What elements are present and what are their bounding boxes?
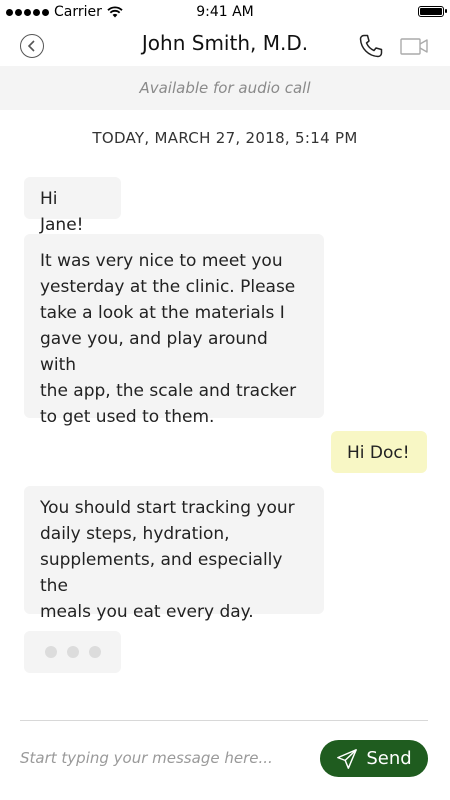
paper-plane-icon — [337, 748, 358, 769]
phone-icon[interactable] — [358, 33, 384, 59]
message-line: supplements, and especially the — [40, 550, 283, 596]
message-line: Hi Doc! — [347, 443, 410, 463]
message-bubble-doctor-1: Hi Jane! — [24, 177, 121, 235]
battery-icon — [418, 6, 447, 17]
message-line: You should start tracking your — [40, 498, 295, 518]
message-line: to get used to them. — [40, 407, 215, 427]
message-line: yesterday at the clinic. Please — [40, 277, 296, 297]
date-separator: TODAY, MARCH 27, 2018, 5:14 PM — [92, 129, 358, 147]
message-line: Hi Jane! — [40, 189, 84, 235]
availability-banner: Available for audio call — [0, 66, 450, 110]
chat-header: John Smith, M.D. — [0, 26, 450, 66]
message-line: It was very nice to meet you — [40, 251, 283, 271]
video-icon[interactable] — [400, 36, 428, 56]
message-line: take a look at the materials I — [40, 303, 285, 323]
message-bubble-me-1: Hi Doc! — [331, 431, 427, 473]
status-bar: Carrier 9:41 AM — [0, 0, 450, 26]
send-label: Send — [366, 748, 412, 769]
send-button[interactable]: Send — [320, 740, 428, 777]
message-line: the app, the scale and tracker — [40, 381, 297, 401]
typing-dot — [66, 646, 79, 658]
composer-divider — [20, 720, 428, 721]
message-line: gave you, and play around with — [40, 329, 268, 375]
typing-indicator — [24, 631, 121, 673]
message-bubble-doctor-2: It was very nice to meet you yesterday a… — [24, 234, 324, 427]
typing-dot — [44, 646, 57, 658]
availability-text: Available for audio call — [139, 79, 311, 97]
typing-dot — [88, 646, 101, 658]
message-line: meals you eat every day. — [40, 602, 254, 622]
message-input[interactable] — [20, 740, 310, 776]
message-line: daily steps, hydration, — [40, 524, 230, 544]
message-bubble-doctor-3: You should start tracking your daily ste… — [24, 486, 324, 622]
status-time: 9:41 AM — [196, 4, 254, 20]
